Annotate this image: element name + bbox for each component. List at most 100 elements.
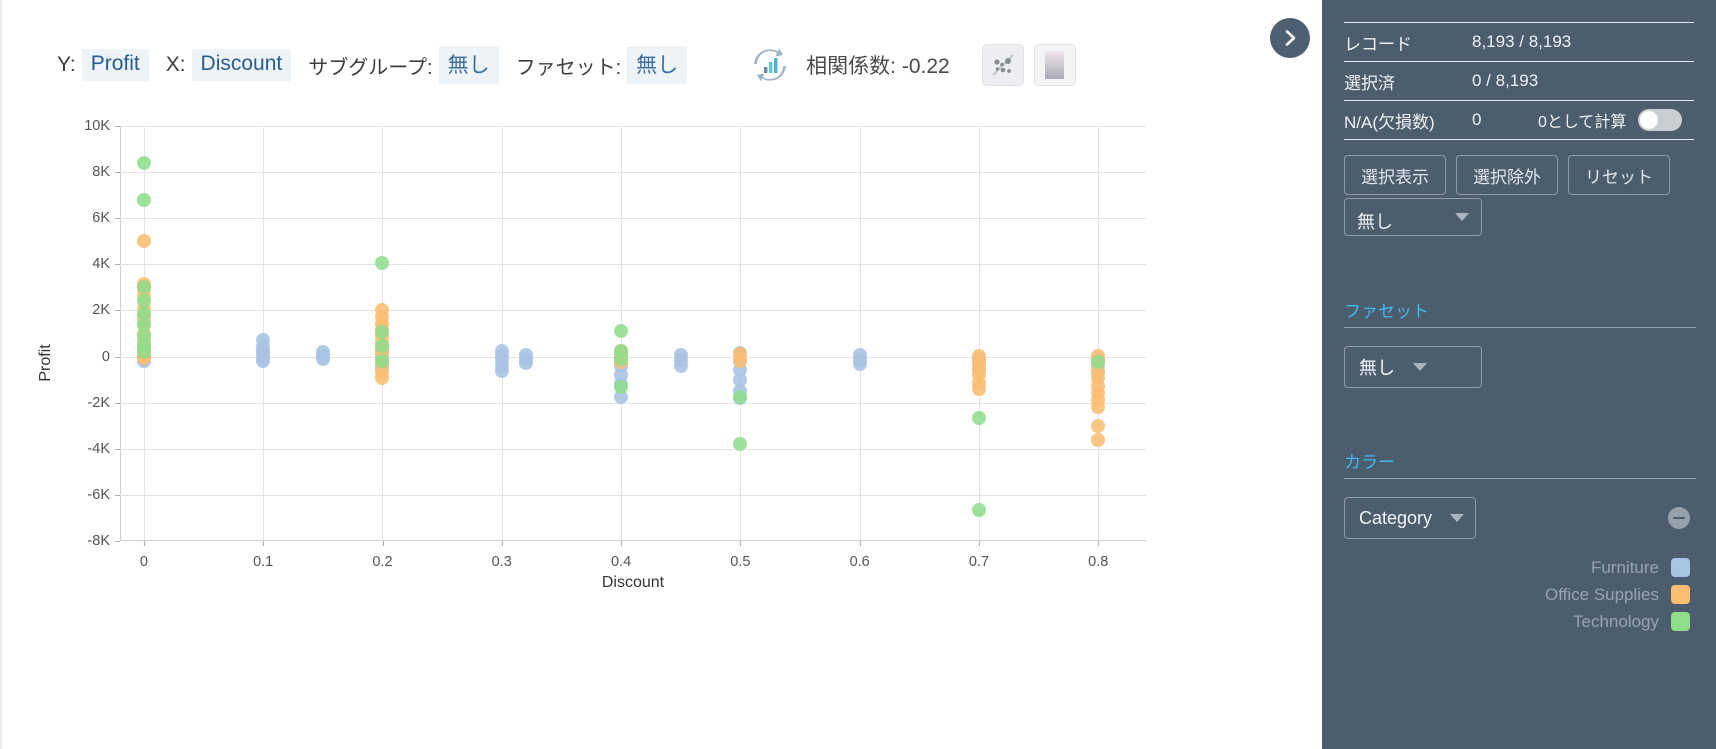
y-axis-field-chip[interactable]: Profit <box>81 49 149 81</box>
scatter-point[interactable] <box>971 502 986 517</box>
legend-color-swatch <box>1671 585 1690 604</box>
legend-item[interactable]: Office Supplies <box>1430 581 1690 608</box>
density-gradient-icon[interactable] <box>1033 44 1076 86</box>
scatter-point[interactable] <box>315 352 330 367</box>
y-axis-tick-label: 0 <box>102 349 121 365</box>
scatter-chart: Profit 10K 8K 6K 4K 2K 0 -2K -4K -6K -8K 0 0.1 0.2 0.… <box>2 98 1262 628</box>
legend-item-label: Technology <box>1572 611 1659 631</box>
scatter-point[interactable] <box>733 353 748 368</box>
exclude-selection-button[interactable]: 選択除外 <box>1456 155 1558 195</box>
gradient-swatch <box>1045 51 1065 79</box>
scatter-point[interactable] <box>494 363 509 378</box>
x-axis-label: X: <box>165 53 186 76</box>
x-axis-title: Discount <box>601 574 665 591</box>
y-axis-tick-label: -2K <box>87 395 120 411</box>
gridline-horizontal <box>120 126 1146 127</box>
legend-item[interactable]: Technology <box>1430 608 1690 635</box>
gridline-horizontal <box>120 310 1146 312</box>
scatter-point[interactable] <box>136 192 151 207</box>
scatter-point[interactable] <box>375 325 390 340</box>
y-axis-tick-label: 4K <box>92 256 120 272</box>
scatter-point[interactable] <box>1091 432 1106 447</box>
y-axis-tick-label: 10K <box>84 118 120 134</box>
x-axis-tick-label: 0.3 <box>492 541 512 570</box>
gridline-vertical <box>978 126 980 541</box>
scatter-point[interactable] <box>971 382 986 397</box>
correlation-group: 相関係数: -0.22 <box>748 43 950 87</box>
scatter-point[interactable] <box>136 345 151 360</box>
show-selection-button[interactable]: 選択表示 <box>1344 155 1446 195</box>
x-axis-tick-label: 0.4 <box>611 541 631 570</box>
legend-item-label: Furniture <box>1590 557 1659 577</box>
scatter-point[interactable] <box>375 339 390 354</box>
x-axis-line <box>120 540 1146 541</box>
reset-button[interactable]: リセット <box>1568 155 1670 195</box>
scatter-point[interactable] <box>518 356 533 371</box>
x-axis-tick-label: 0 <box>140 541 148 570</box>
facet-dropdown-value: 無し <box>1359 358 1395 378</box>
subgroup-dropdown-value: 無し <box>1357 212 1393 232</box>
scatter-point[interactable] <box>1091 400 1106 415</box>
treat-as-zero-label: 0として計算 <box>1538 114 1627 131</box>
scatter-point[interactable] <box>614 351 629 366</box>
x-axis-tick-label: 0.8 <box>1088 541 1108 570</box>
scatter-point[interactable] <box>614 379 629 394</box>
gridline-horizontal <box>120 172 1146 174</box>
scatter-point[interactable] <box>375 371 390 386</box>
treat-as-zero-toggle[interactable] <box>1638 109 1683 131</box>
facet-field-chip[interactable]: 無し <box>627 46 688 84</box>
x-axis-tick-label: 0.6 <box>850 541 870 570</box>
y-axis-tick-label: 2K <box>92 302 120 318</box>
scatter-point[interactable] <box>136 234 151 249</box>
selected-label: 選択済 <box>1344 73 1395 93</box>
y-axis-line <box>120 126 121 541</box>
y-axis-tick-label: 6K <box>92 210 120 226</box>
facet-dropdown[interactable]: 無し <box>1344 346 1482 388</box>
scatter-point[interactable] <box>852 357 867 372</box>
scatter-point[interactable] <box>136 155 151 170</box>
color-field-value: Category <box>1359 507 1433 528</box>
x-axis-tick-label: 0.5 <box>730 541 750 570</box>
refresh-chart-icon[interactable] <box>748 43 792 87</box>
facet-label: ファセット: <box>515 56 622 79</box>
scatter-point[interactable] <box>614 324 629 339</box>
y-axis-label: Y: <box>57 53 76 76</box>
na-count-value: 0 <box>1472 110 1482 129</box>
correlation-coefficient-text: 相関係数: -0.22 <box>806 55 950 78</box>
chevron-right-icon[interactable] <box>1270 18 1310 58</box>
scatter-point[interactable] <box>733 437 748 452</box>
subgroup-dropdown-clipped[interactable]: 無し <box>1344 198 1482 236</box>
gridline-vertical <box>1098 126 1100 541</box>
scatter-point[interactable] <box>971 410 986 425</box>
color-section-divider <box>1344 478 1696 479</box>
chevron-down-icon <box>1413 363 1427 371</box>
scatter-point[interactable] <box>136 280 151 295</box>
subgroup-field-chip[interactable]: 無し <box>438 46 499 84</box>
plot-area[interactable]: 10K 8K 6K 4K 2K 0 -2K -4K -6K -8K 0 0.1 0.2 0.3 0.4 0.5… <box>84 118 1146 570</box>
scatter-point[interactable] <box>673 359 688 374</box>
scatter-point[interactable] <box>375 256 390 271</box>
selection-button-row: 選択表示 選択除外 リセット <box>1344 155 1696 195</box>
x-axis-tick-label: 0.2 <box>372 541 393 570</box>
scatter-point[interactable] <box>733 389 748 404</box>
records-label: レコード <box>1344 34 1412 54</box>
gridline-horizontal <box>120 264 1146 266</box>
scatter-point[interactable] <box>256 343 271 358</box>
selected-value: 0 / 8,193 <box>1472 71 1539 90</box>
x-axis-field-chip[interactable]: Discount <box>191 49 292 81</box>
chevron-down-icon <box>1450 514 1465 522</box>
chart-mode-buttons <box>972 44 1076 86</box>
scatter-point[interactable] <box>1091 418 1106 433</box>
x-axis-tick-label: 0.7 <box>969 541 989 570</box>
color-field-dropdown[interactable]: Category <box>1344 497 1476 539</box>
legend-item[interactable]: Furniture <box>1430 554 1690 581</box>
remove-circle-icon[interactable] <box>1668 507 1690 529</box>
gridline-vertical <box>501 126 503 541</box>
chevron-down-icon <box>1455 213 1469 221</box>
gridline-vertical <box>740 126 742 541</box>
gridline-horizontal <box>120 448 1146 450</box>
scatter-plot-icon[interactable] <box>981 44 1024 86</box>
scatter-point[interactable] <box>1091 355 1106 370</box>
scatter-point[interactable] <box>375 353 390 368</box>
toggle-knob <box>1640 111 1659 129</box>
